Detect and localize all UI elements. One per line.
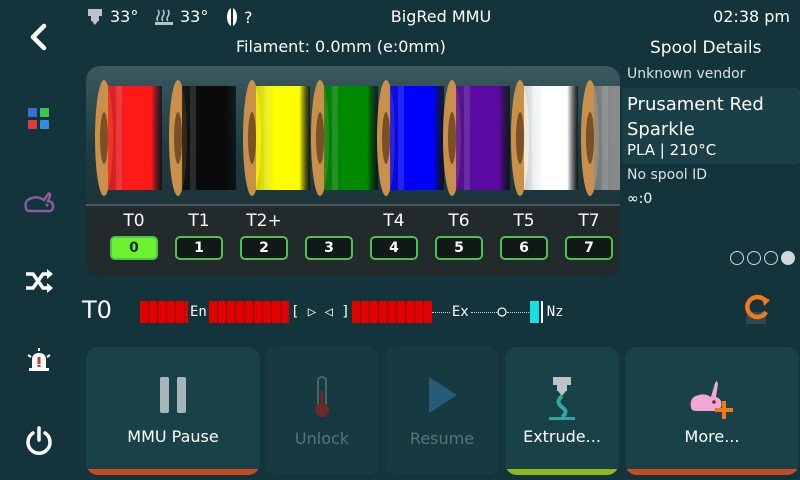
spool-4[interactable] [376, 78, 452, 198]
power-button[interactable] [14, 416, 64, 466]
spool-material-temp: PLA | 210°C [627, 141, 717, 159]
unlock-button[interactable]: Unlock [265, 347, 379, 475]
filament-path: En [ ▷ ◁ ] Ex Nz [140, 300, 566, 324]
gate-tool-label: T2+ [246, 211, 282, 231]
gate-tool-label: T0 [123, 211, 145, 231]
spool-reel-icon [377, 80, 444, 196]
dashboard-button[interactable] [14, 94, 64, 144]
sync-gear-icon [745, 294, 770, 324]
spool-id: No spool ID [627, 167, 708, 183]
filament-status: Filament: 0.0mm (e:0mm) [236, 37, 446, 56]
toolhead-sensor-icon [497, 307, 507, 317]
rabbit-plus-icon [625, 375, 799, 421]
gate-button-1[interactable]: 1 [175, 236, 223, 260]
app-title: BigRed MMU [390, 7, 492, 26]
thermometer-icon [265, 375, 379, 419]
path-segment-empty [506, 311, 529, 313]
extruder-sensor-label: Ex [451, 304, 469, 320]
path-segment-loaded [208, 301, 289, 323]
action-accent-strip [505, 469, 619, 475]
alarm-icon [27, 348, 51, 371]
extruder-icon [505, 375, 619, 421]
spool-reel-icon [511, 80, 578, 196]
nozzle-sensor-indicator [529, 301, 539, 323]
spool-details-title: Spool Details [650, 38, 762, 58]
page-dot[interactable] [747, 251, 761, 265]
gate-button-6[interactable]: 6 [500, 236, 548, 260]
nozzle-label: Nz [546, 304, 564, 320]
spool-2[interactable] [242, 78, 318, 198]
action-label: Resume [409, 429, 475, 448]
page-dot[interactable] [764, 251, 778, 265]
side-nav [0, 0, 78, 480]
gate-button-7[interactable]: 7 [565, 236, 613, 260]
current-tool: T0 [82, 296, 112, 324]
mmu-pause-button[interactable]: MMU Pause [86, 347, 260, 475]
gate-button-4[interactable]: 4 [370, 236, 418, 260]
status-bar: 33° 33° ? BigRed MMU 02:38 pm [86, 6, 796, 32]
gate-tool-label: T1 [188, 211, 210, 231]
path-segment-loaded [351, 301, 432, 323]
gate-bracket: [ ▷ ◁ ] [290, 304, 350, 320]
alarm-button[interactable] [14, 336, 64, 386]
nozzle-cursor [540, 301, 543, 323]
back-icon [30, 23, 47, 51]
spool-weight: ∞:0 [627, 191, 653, 207]
spool-reel-icon [243, 80, 310, 196]
details-page-indicator[interactable] [730, 251, 795, 265]
power-icon [26, 426, 52, 455]
path-segment-empty [470, 311, 497, 313]
extrude-button[interactable]: Extrude... [505, 347, 619, 475]
spool-7[interactable] [580, 78, 620, 198]
shuffle-icon [26, 269, 53, 293]
action-accent-strip [625, 469, 799, 475]
action-accent-strip [86, 469, 260, 475]
spool-carousel[interactable]: T0 0 T1 1 T2+ 2 3 T4 4 T6 5 T5 6 T7 7 [86, 66, 620, 276]
gate-tool-label: T5 [513, 211, 535, 231]
entry-sensor-label: En [190, 304, 207, 320]
spool-1[interactable] [168, 78, 244, 198]
gate-tool-label: T6 [448, 211, 470, 231]
gate-button-2[interactable]: 2 [240, 236, 288, 260]
mmu-button[interactable] [14, 176, 64, 226]
spool-reel-icon [443, 80, 510, 196]
spool-reel-icon [95, 80, 162, 196]
spool-0[interactable] [94, 78, 170, 198]
gate-tool-label: T4 [383, 211, 405, 231]
pause-icon [86, 375, 260, 415]
shuffle-button[interactable] [14, 256, 64, 306]
gate-tool-label: T7 [578, 211, 600, 231]
play-icon [385, 375, 499, 415]
spool-reel-icon [311, 80, 378, 196]
gate-button-3[interactable]: 3 [305, 236, 353, 260]
spool-reel-icon [169, 80, 236, 196]
mmu-rabbit-icon [24, 192, 55, 213]
action-label: Extrude... [523, 427, 601, 446]
path-segment-loaded [140, 301, 188, 323]
action-label: More... [684, 427, 740, 446]
spool-reel-icon [581, 80, 620, 196]
gate-button-5[interactable]: 5 [435, 236, 483, 260]
dashboard-icon [28, 108, 49, 129]
spool-3[interactable] [310, 78, 386, 198]
spool-5[interactable] [442, 78, 518, 198]
page-dot[interactable] [781, 251, 795, 265]
action-label: MMU Pause [127, 427, 219, 446]
spool-vendor: Unknown vendor [627, 66, 746, 82]
back-button[interactable] [14, 12, 64, 62]
clock: 02:38 pm [713, 7, 790, 26]
path-segment-empty [431, 311, 450, 313]
spool-material-name: Prusament Red Sparkle [627, 94, 764, 140]
resume-button[interactable]: Resume [385, 347, 499, 475]
sync-button[interactable] [736, 288, 776, 328]
more-button[interactable]: More... [625, 347, 799, 475]
gate-button-0[interactable]: 0 [110, 236, 158, 260]
spool-6[interactable] [510, 78, 586, 198]
page-dot[interactable] [730, 251, 744, 265]
action-label: Unlock [294, 429, 350, 448]
